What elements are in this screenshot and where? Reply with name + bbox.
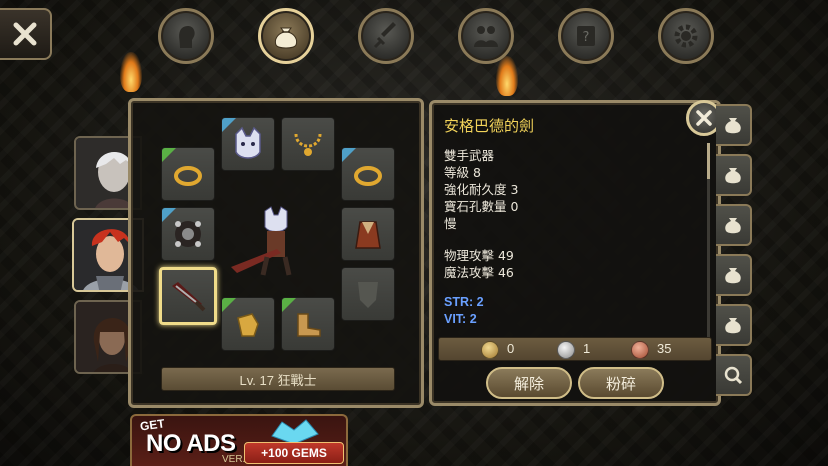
cloak-slot[interactable] bbox=[341, 207, 395, 261]
rarity-marker bbox=[342, 148, 356, 162]
tab-character[interactable] bbox=[158, 8, 214, 64]
tab-inventory[interactable] bbox=[258, 8, 314, 64]
gold-amount: 0 bbox=[507, 341, 515, 356]
tab-skills[interactable] bbox=[358, 8, 414, 64]
gear-icon bbox=[674, 24, 698, 48]
bag-icon bbox=[725, 268, 741, 284]
torch-flame bbox=[120, 52, 142, 92]
rarity-marker bbox=[222, 118, 236, 132]
people-icon bbox=[474, 26, 498, 47]
ad-gems-badge: +100 GEMS bbox=[244, 442, 344, 464]
sword-icon bbox=[373, 22, 396, 49]
svg-text:?: ? bbox=[583, 30, 590, 45]
torch-flame bbox=[496, 56, 518, 96]
bag-icon bbox=[725, 318, 741, 334]
character-level-label: Lv. 17 狂戰士 bbox=[161, 367, 395, 391]
head-icon bbox=[179, 25, 195, 48]
str-bonus: STR: 2 bbox=[444, 295, 484, 309]
bag-tab-5[interactable] bbox=[716, 304, 752, 346]
bag-tab-2[interactable] bbox=[716, 154, 752, 196]
necklace-slot[interactable] bbox=[281, 117, 335, 171]
silver-coin-icon bbox=[557, 341, 575, 359]
detail-scroll-thumb[interactable] bbox=[707, 143, 710, 179]
shield-placeholder-icon bbox=[358, 282, 378, 308]
weapon-slot[interactable] bbox=[159, 267, 217, 325]
sell-price-bar: 0 1 35 bbox=[438, 337, 712, 361]
gold-coin-icon bbox=[481, 341, 499, 359]
shatter-button[interactable]: 粉碎 bbox=[578, 367, 664, 399]
item-detail-panel: 安格巴德的劍 雙手武器 等級 8 強化耐久度 3 寶石孔數量 0 慢 物理攻擊 … bbox=[429, 100, 721, 406]
bag-icon bbox=[274, 27, 298, 49]
item-name: 安格巴德的劍 bbox=[444, 117, 535, 135]
vit-bonus: VIT: 2 bbox=[444, 312, 477, 326]
bag-icon bbox=[725, 218, 741, 234]
scroll-icon: ? bbox=[577, 26, 595, 46]
bag-icon bbox=[725, 118, 741, 134]
copper-coin-icon bbox=[631, 341, 649, 359]
close-menu-button[interactable] bbox=[0, 8, 52, 60]
copper-amount: 35 bbox=[657, 341, 672, 356]
armor-slot[interactable] bbox=[161, 207, 215, 261]
ad-version-text: VER. bbox=[222, 454, 246, 465]
magic-attack: 魔法攻擊 46 bbox=[444, 265, 514, 280]
equipment-panel: Lv. 17 狂戰士 bbox=[128, 98, 424, 408]
cloak-icon bbox=[355, 221, 381, 249]
bag-icon bbox=[725, 168, 741, 184]
bag-tab-1[interactable] bbox=[716, 104, 752, 146]
ring-slot-right[interactable] bbox=[341, 147, 395, 201]
rarity-marker bbox=[222, 298, 236, 312]
character-figure bbox=[231, 206, 292, 276]
bag-tab-4[interactable] bbox=[716, 254, 752, 296]
unequip-button[interactable]: 解除 bbox=[486, 367, 572, 399]
shield-slot-empty[interactable] bbox=[341, 267, 395, 321]
bag-tab-3[interactable] bbox=[716, 204, 752, 246]
tab-party[interactable] bbox=[458, 8, 514, 64]
ring-slot-left[interactable] bbox=[161, 147, 215, 201]
item-speed: 慢 bbox=[444, 216, 457, 231]
gloves-slot[interactable] bbox=[221, 297, 275, 351]
rarity-marker bbox=[282, 298, 296, 312]
no-ads-promo-banner[interactable]: GET NO ADS VER. +100 GEMS bbox=[130, 414, 348, 466]
close-icon bbox=[13, 22, 37, 46]
necklace-icon bbox=[294, 133, 322, 156]
boots-slot[interactable] bbox=[281, 297, 335, 351]
search-bag-icon bbox=[724, 366, 743, 385]
silver-amount: 1 bbox=[583, 341, 591, 356]
tab-quests[interactable]: ? bbox=[558, 8, 614, 64]
gem-icon bbox=[271, 419, 319, 444]
sword-item-icon bbox=[172, 282, 206, 312]
tab-settings[interactable] bbox=[658, 8, 714, 64]
rarity-marker bbox=[162, 208, 176, 222]
rarity-marker bbox=[162, 148, 176, 162]
helmet-slot[interactable] bbox=[221, 117, 275, 171]
close-icon bbox=[696, 110, 712, 126]
bag-search-tab[interactable] bbox=[716, 354, 752, 396]
